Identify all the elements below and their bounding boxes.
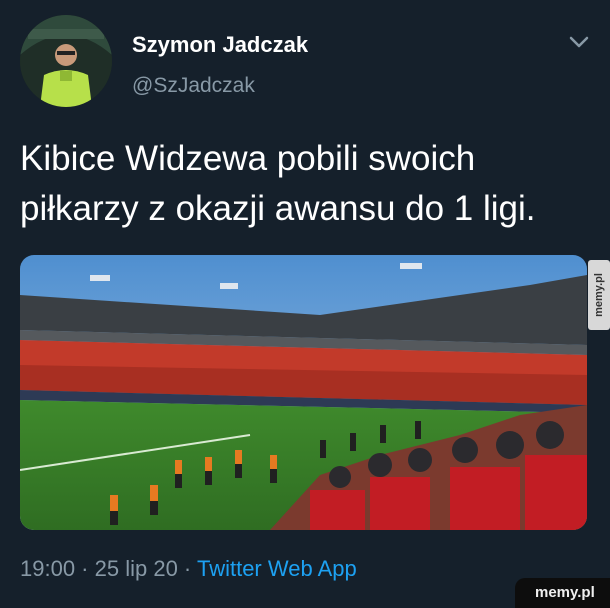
tweet-source-app[interactable]: Twitter Web App xyxy=(197,556,357,581)
side-watermark: memy.pl xyxy=(588,260,610,330)
meta-separator: · xyxy=(177,556,197,581)
tweet-time[interactable]: 19:00 xyxy=(20,556,75,581)
author-name[interactable]: Szymon Jadczak xyxy=(132,32,308,58)
author-avatar[interactable] xyxy=(20,15,112,107)
stadium-photo xyxy=(20,255,587,530)
meta-separator: · xyxy=(75,556,95,581)
corner-watermark: memy.pl xyxy=(515,578,610,608)
corner-watermark-text: memy.pl xyxy=(535,584,595,601)
author-handle[interactable]: @SzJadczak xyxy=(132,74,255,98)
avatar-photo xyxy=(20,15,112,107)
side-watermark-text: memy.pl xyxy=(593,273,605,317)
tweet-menu-button[interactable] xyxy=(566,32,592,52)
tweet-text: Kibice Widzewa pobili swoich piłkarzy z … xyxy=(20,139,536,228)
tweet-media[interactable] xyxy=(20,255,587,530)
tweet-date[interactable]: 25 lip 20 xyxy=(95,556,178,581)
tweet-meta: 19:00 · 25 lip 20 · Twitter Web App xyxy=(20,556,357,582)
chevron-down-icon xyxy=(569,36,589,48)
